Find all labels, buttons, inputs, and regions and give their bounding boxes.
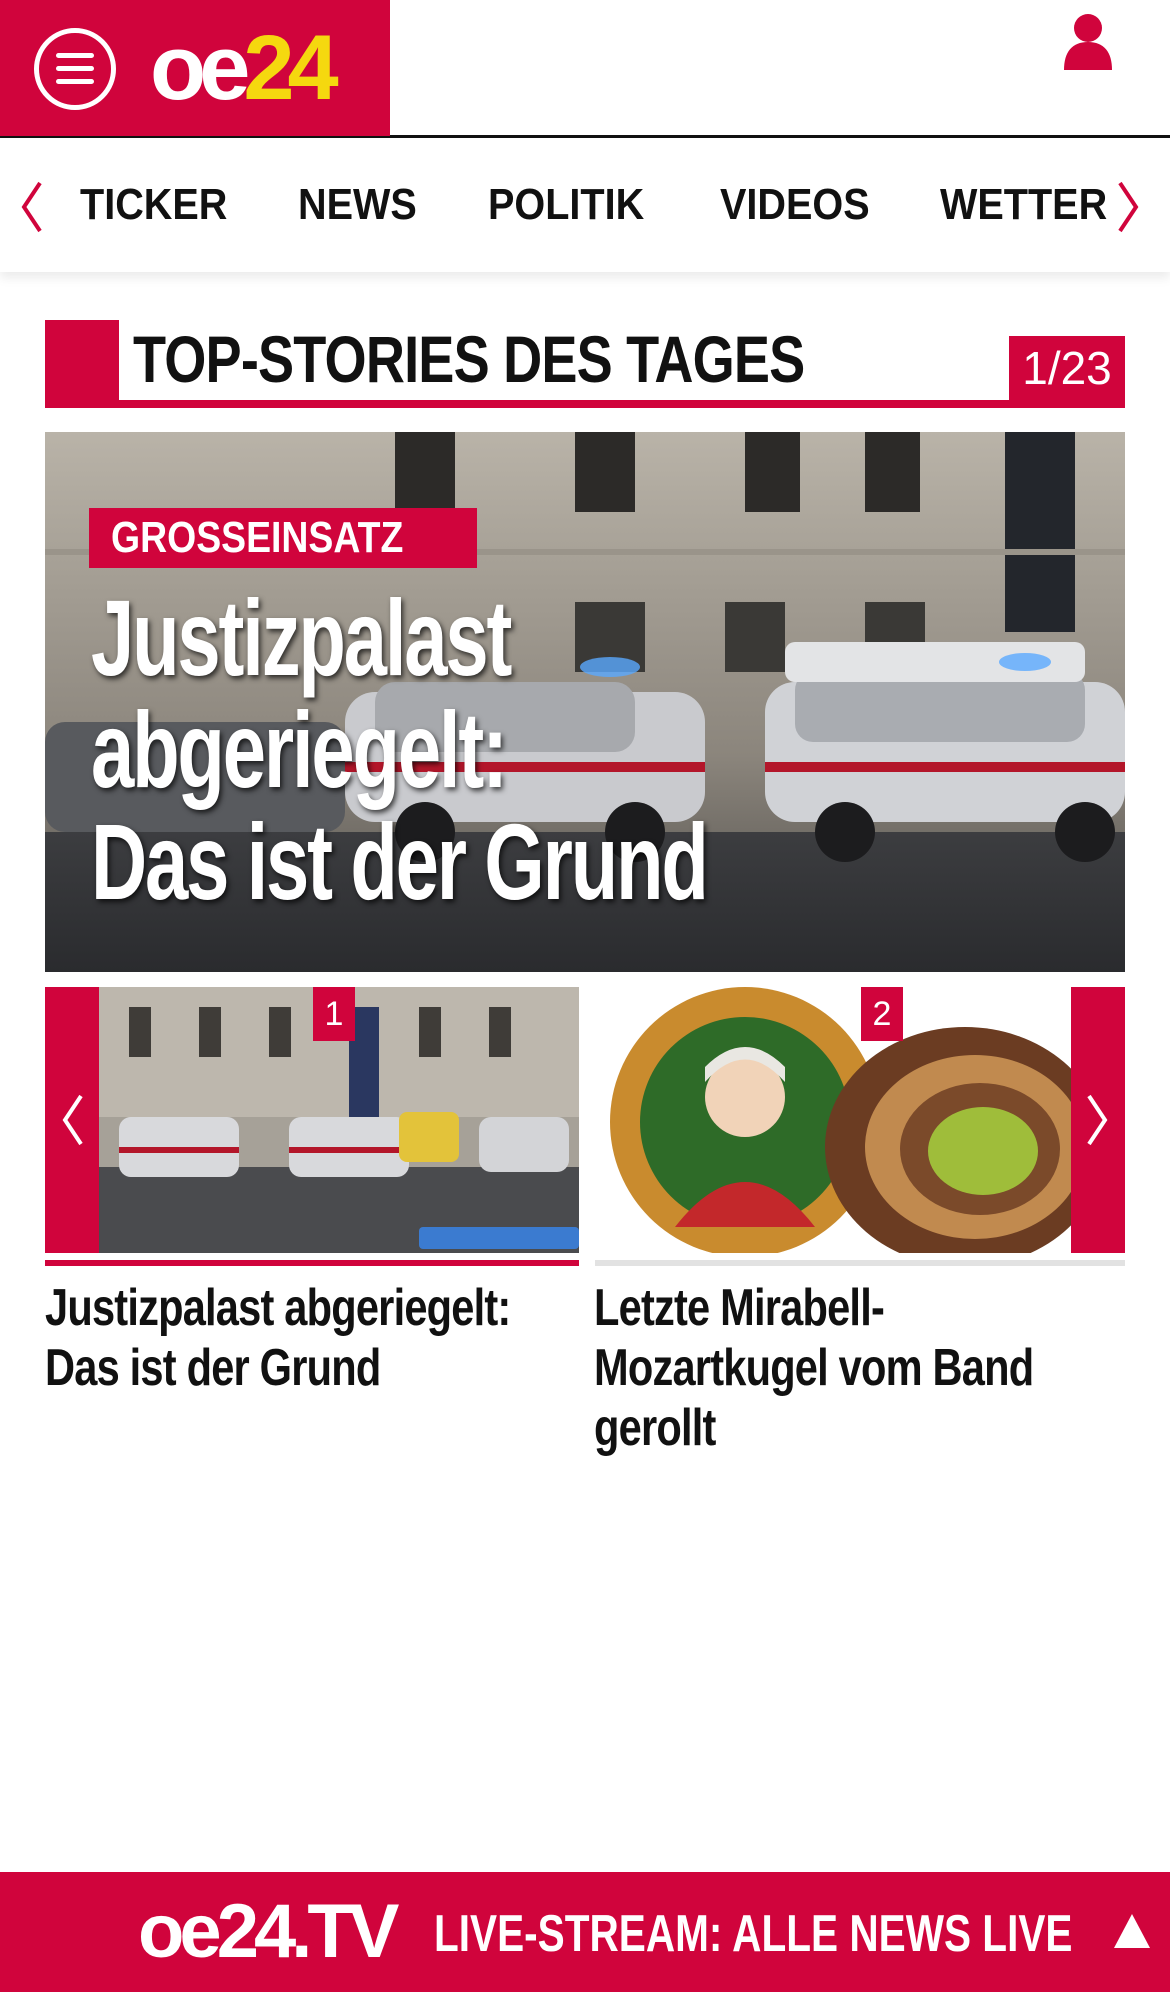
chevron-right-icon: [1087, 1094, 1108, 1146]
chevron-right-icon[interactable]: [1114, 177, 1144, 237]
hero-kicker: GROSSEINSATZ: [89, 508, 477, 568]
story-thumbnail-2[interactable]: 2: [595, 987, 1071, 1253]
hamburger-menu-button[interactable]: [34, 28, 116, 110]
logo-oe: oe: [150, 17, 250, 119]
story-counter: 1/23: [1009, 336, 1125, 400]
inactive-indicator: [595, 1260, 1125, 1266]
nav-item-wetter[interactable]: WETTER: [940, 173, 1107, 237]
hero-title: Justizpalast abgeriegelt: Das ist der Gr…: [91, 582, 883, 918]
oe24-logo[interactable]: oe24: [150, 17, 339, 119]
hero-kicker-text: GROSSEINSATZ: [111, 513, 404, 562]
story-headline-2[interactable]: Letzte Mirabell-Mozartkugel vom Band ger…: [594, 1278, 1106, 1458]
story-thumbnail-1[interactable]: 1: [99, 987, 579, 1253]
nav-item-politik[interactable]: POLITIK: [488, 173, 644, 237]
section-header: TOP-STORIES DES TAGES 1/23: [45, 320, 1125, 408]
category-nav: TICKER NEWS POLITIK VIDEOS WETTER: [0, 139, 1170, 272]
thumbnail-image: [595, 987, 1071, 1253]
oe24tv-logo: oe24.TV: [138, 1889, 399, 1974]
section-marker: [45, 320, 119, 408]
site-header: oe24: [0, 0, 1170, 138]
story-headline-1[interactable]: Justizpalast abgeriegelt: Das ist der Gr…: [45, 1278, 573, 1398]
hamburger-icon-bar: [56, 66, 94, 71]
hero-title-line: Justizpalast: [91, 577, 512, 698]
active-indicator: [45, 1260, 579, 1266]
live-stream-text: LIVE-STREAM: ALLE NEWS LIVE: [434, 1905, 1073, 1963]
hero-title-line: Das ist der Grund: [91, 801, 709, 922]
rank-badge: 2: [861, 987, 903, 1041]
hero-title-line: abgeriegelt:: [91, 689, 508, 810]
section-title: TOP-STORIES DES TAGES: [133, 322, 805, 396]
nav-item-ticker[interactable]: TICKER: [80, 173, 227, 237]
chevron-left-icon[interactable]: [16, 177, 46, 237]
nav-item-news[interactable]: NEWS: [298, 173, 417, 237]
carousel-next-button[interactable]: [1071, 987, 1125, 1253]
logo-24: 24: [243, 17, 338, 119]
hamburger-icon-bar: [56, 79, 94, 84]
arrow-up-icon[interactable]: [1114, 1914, 1150, 1948]
user-icon[interactable]: [1062, 12, 1114, 70]
chevron-left-icon: [62, 1094, 83, 1146]
nav-item-videos[interactable]: VIDEOS: [720, 173, 870, 237]
live-stream-bar[interactable]: oe24.TV LIVE-STREAM: ALLE NEWS LIVE: [0, 1872, 1170, 1992]
brand-block: oe24: [0, 0, 390, 136]
section-underline: [45, 400, 1125, 408]
rank-badge: 1: [313, 987, 355, 1041]
hamburger-icon: [56, 53, 94, 58]
hero-story[interactable]: GROSSEINSATZ Justizpalast abgeriegelt: D…: [45, 432, 1125, 972]
carousel-prev-button[interactable]: [45, 987, 99, 1253]
story-carousel: 1 2: [45, 987, 1125, 1267]
